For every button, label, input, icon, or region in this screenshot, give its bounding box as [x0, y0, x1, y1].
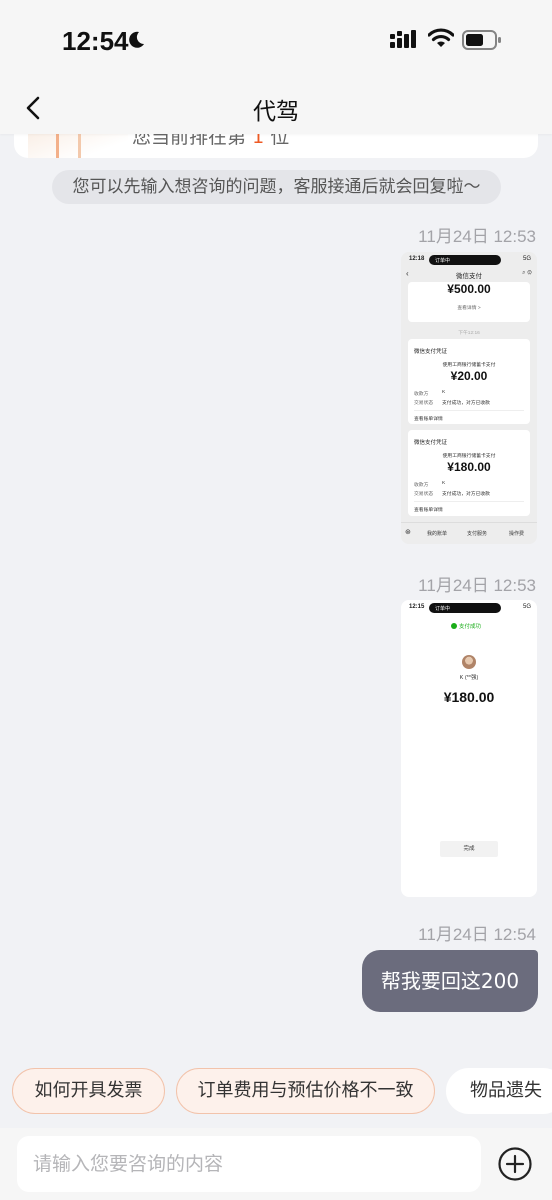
- receipt-status-label: 交易状态: [414, 401, 434, 406]
- screenshot-top-link: 查看详情 >: [457, 306, 481, 311]
- message-input[interactable]: [17, 1136, 481, 1192]
- screenshot-payee-name: K (**强): [459, 675, 479, 681]
- image-message-payment-records[interactable]: 12:18 订单中 5G ‹ 微信支付 ⌕ ⚙ ¥500.00 查看详情 > 下…: [401, 252, 537, 544]
- plus-circle-icon[interactable]: [497, 1146, 533, 1182]
- message-timestamp: 11月24日 12:53: [418, 227, 536, 246]
- receipt-status: 支付成功，对方已收款: [442, 401, 490, 406]
- system-notice: 您可以先输入想咨询的问题，客服接通后就会回复啦～: [52, 170, 501, 204]
- screenshot-title: 微信支付: [456, 273, 482, 280]
- screenshot-search-settings-icon: ⌕ ⚙: [522, 270, 532, 276]
- screenshot-tab-icon: ⊛: [405, 529, 411, 536]
- screenshot-status-bar: 12:18 订单中 5G: [401, 252, 537, 268]
- screenshot-tab: 我的账单: [427, 531, 448, 537]
- quick-reply-lost-item[interactable]: 物品遗失: [446, 1068, 552, 1114]
- signal-icon: [390, 30, 416, 48]
- receipt-payee: K: [442, 481, 446, 486]
- status-time: 12:54: [62, 26, 129, 56]
- message-timestamp: 11月24日 12:54: [418, 925, 536, 944]
- screenshot-network: 5G: [522, 604, 531, 610]
- screenshot-tab: 操作费: [509, 531, 525, 537]
- battery-icon: [462, 30, 501, 50]
- receipt-amount: ¥180.00: [447, 460, 491, 474]
- message-timestamp: 11月24日 12:53: [418, 576, 536, 595]
- wifi-icon: [428, 28, 454, 47]
- screenshot-pill: 订单中: [429, 603, 501, 613]
- screenshot-time: 12:15: [409, 604, 425, 610]
- screenshot-receipt-card: 微信支付凭证 使用工商银行储蓄卡支付 ¥20.00 收款方 K 交易状态 支付成…: [408, 339, 530, 424]
- receipt-method: 使用工商银行储蓄卡支付: [442, 454, 496, 459]
- receipt-amount: ¥20.00: [450, 369, 488, 383]
- receipt-status: 支付成功，对方已收款: [442, 492, 490, 497]
- receipt-link: 查看账单详情: [414, 508, 443, 513]
- screenshot-tab: 支付服务: [467, 531, 488, 537]
- screenshot-pill-text: 订单中: [435, 258, 451, 264]
- receipt-payee-label: 收款方: [414, 392, 429, 397]
- screenshot-top-card: ¥500.00 查看详情 >: [408, 282, 530, 322]
- avatar: [462, 655, 476, 669]
- moon-icon: [129, 31, 144, 48]
- screenshot-pill: 订单中: [429, 255, 501, 265]
- screenshot-bottom-tabs: ⊛ 我的账单 支付服务 操作费: [401, 522, 537, 544]
- screenshot-divider-time: 下午12:16: [458, 331, 480, 336]
- receipt-title: 微信支付凭证: [414, 440, 448, 446]
- receipt-title: 微信支付凭证: [414, 349, 448, 355]
- nav-bar: 代驾: [0, 80, 552, 134]
- screenshot-time: 12:18: [409, 256, 425, 262]
- screenshot-status-bar: 12:15 订单中 5G: [401, 600, 537, 616]
- text-message-bubble[interactable]: 帮我要回这200: [362, 950, 538, 1012]
- screenshot-network: 5G: [522, 256, 531, 262]
- quick-reply-price-mismatch[interactable]: 订单费用与预估价格不一致: [176, 1068, 435, 1114]
- quick-reply-invoice[interactable]: 如何开具发票: [12, 1068, 165, 1114]
- screenshot-top-amount: ¥500.00: [447, 282, 491, 296]
- receipt-payee: K: [442, 390, 446, 395]
- input-bar: [0, 1128, 552, 1200]
- screenshot-header: ‹ 微信支付 ⌕ ⚙: [401, 268, 537, 282]
- receipt-method: 使用工商银行储蓄卡支付: [442, 363, 496, 368]
- screenshot-success-text: 支付成功: [451, 622, 481, 630]
- status-bar: 12:54: [0, 0, 552, 80]
- screenshot-done-button: 完成: [440, 841, 498, 857]
- receipt-status-label: 交易状态: [414, 492, 434, 497]
- screenshot-amount: ¥180.00: [443, 689, 495, 705]
- image-message-payment-success[interactable]: 12:15 订单中 5G 支付成功 K (**强) ¥180.00 完成: [401, 600, 537, 897]
- page-title: 代驾: [253, 99, 299, 125]
- screenshot-pill-text: 订单中: [435, 606, 451, 612]
- receipt-payee-label: 收款方: [414, 483, 429, 488]
- receipt-link: 查看账单详情: [414, 417, 443, 422]
- screenshot-receipt-card: 微信支付凭证 使用工商银行储蓄卡支付 ¥180.00 收款方 K 交易状态 支付…: [408, 430, 530, 516]
